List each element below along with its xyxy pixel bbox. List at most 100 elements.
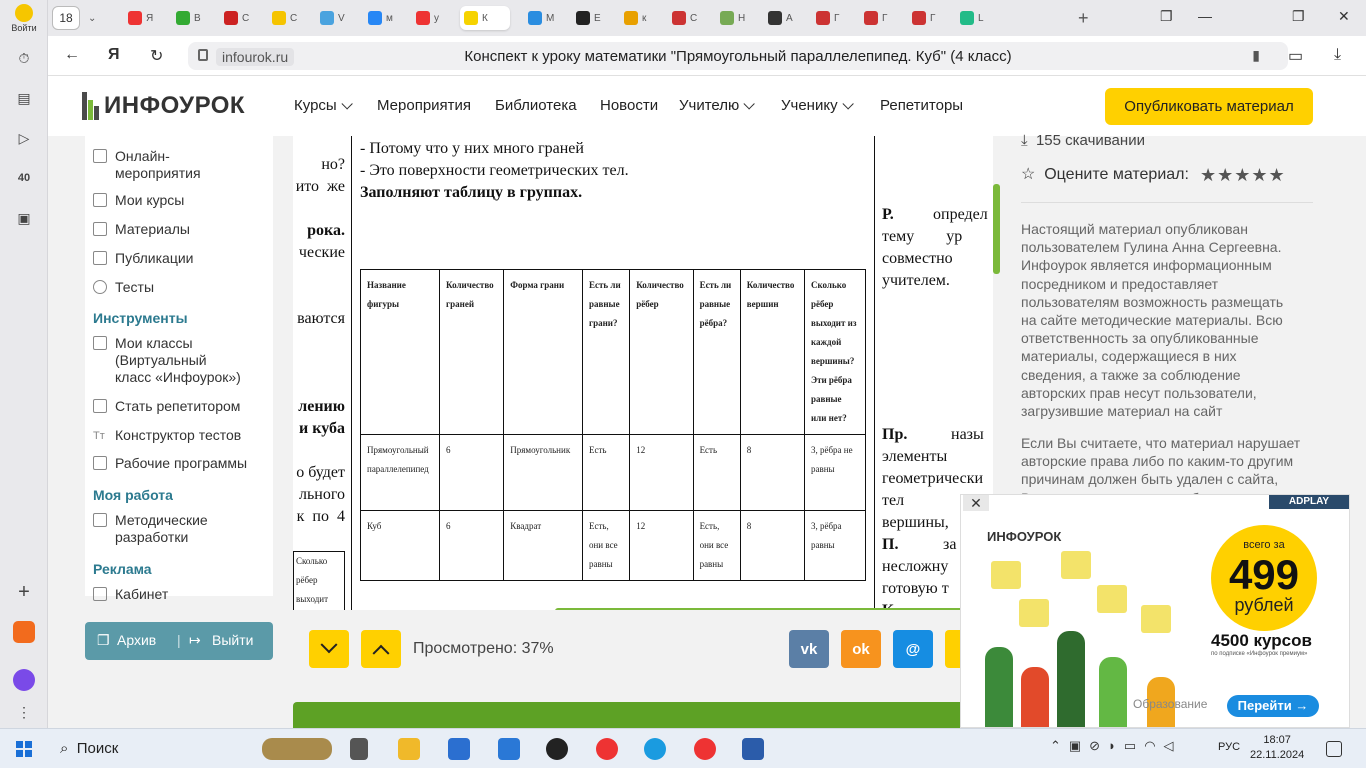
site-logo[interactable]: ИНФОУРОК (82, 92, 245, 120)
mail-app-icon[interactable] (12, 620, 36, 644)
clock[interactable]: 18:07 22.11.2024 (1250, 733, 1304, 763)
document-viewer[interactable]: но? ито же рока. ческие ваются лению и куба о б… (293, 136, 993, 610)
tab[interactable]: Н (716, 6, 752, 30)
advertisement[interactable]: ✕ ADPLAY ИНФОУРОК всего за 499 рублей 45… (960, 494, 1350, 728)
logout-button[interactable]: Выйти (212, 632, 253, 648)
close-window-icon[interactable]: ✕ (1338, 8, 1350, 25)
nav-item[interactable]: Ученику (781, 97, 854, 114)
sidebar-item-cabinet[interactable]: Кабинет (93, 586, 168, 603)
tab[interactable]: С (268, 6, 304, 30)
history-icon[interactable]: ⏱ (12, 46, 36, 70)
rating-stars[interactable]: ★★★★★ (1200, 165, 1286, 186)
yandex-icon[interactable]: Я (108, 46, 120, 64)
url-field[interactable]: infourok.ru Конспект к уроку математики … (188, 42, 1288, 70)
word-icon[interactable] (742, 738, 764, 760)
video-icon[interactable]: ▷ (12, 126, 36, 150)
nav-item[interactable]: Библиотека (495, 97, 577, 114)
tab-label: Г (834, 12, 840, 24)
store-icon[interactable] (448, 738, 470, 760)
new-tab-button[interactable]: + (1074, 6, 1110, 30)
tab[interactable]: В (172, 6, 208, 30)
task-view-icon[interactable] (350, 738, 368, 760)
restore-icon[interactable]: ❐ (1292, 8, 1305, 25)
obs-icon[interactable] (546, 738, 568, 760)
alice-icon[interactable] (12, 668, 36, 692)
scroll-up-button[interactable] (361, 630, 401, 668)
collections-icon[interactable]: ▤ (12, 86, 36, 110)
back-icon[interactable]: ← (64, 46, 80, 64)
yandex-icon[interactable] (694, 738, 716, 760)
tab-label: Я (146, 12, 154, 24)
download-icon[interactable]: ⤓ (1334, 46, 1341, 64)
scroll-down-button[interactable] (309, 630, 349, 668)
sidebar-item-my-classes[interactable]: Мои классы (Виртуальный класс «Инфоурок»… (93, 335, 241, 386)
forty-icon[interactable]: 40 (12, 166, 36, 190)
tab[interactable]: Г (860, 6, 896, 30)
nav-item[interactable]: Учителю (679, 97, 756, 114)
tab[interactable]: Г (812, 6, 848, 30)
explorer-icon[interactable] (398, 738, 420, 760)
tab[interactable]: м (364, 6, 400, 30)
bookmark-icon[interactable]: ▮ (1252, 47, 1260, 64)
ad-go-button[interactable]: Перейти → (1227, 695, 1319, 717)
table-border-line (351, 136, 352, 610)
notifications-icon[interactable] (1326, 741, 1342, 757)
sidebar-item-methodical[interactable]: Методические разработки (93, 512, 208, 546)
doc-right-text: вершины, (882, 514, 949, 531)
tab[interactable]: Е (572, 6, 608, 30)
share-button[interactable]: ok (841, 630, 881, 668)
add-icon[interactable]: + (12, 580, 36, 604)
sidebar-item-online-events[interactable]: Онлайн- мероприятия (93, 148, 201, 182)
reader-icon[interactable]: ▭ (1288, 46, 1303, 66)
nav-item[interactable]: Мероприятия (377, 97, 471, 114)
tab[interactable]: М (524, 6, 560, 30)
tab[interactable]: А (764, 6, 800, 30)
sidebar-item-my-courses[interactable]: Мои курсы (93, 192, 184, 209)
nav-item[interactable]: Новости (600, 97, 658, 114)
sidebar-item-test-builder[interactable]: Tт Конструктор тестов (93, 427, 241, 444)
reload-icon[interactable]: ↻ (150, 46, 163, 66)
download-banner[interactable] (293, 702, 993, 728)
info-text-line: пользователем Гулина Анна Сергеевна. (1021, 239, 1282, 256)
mail-icon[interactable] (498, 738, 520, 760)
taskbar-search[interactable]: ⌕ Поиск (60, 740, 118, 757)
horizontal-scrollbar[interactable] (555, 608, 993, 610)
nav-item-label: Мероприятия (377, 97, 472, 114)
tab[interactable]: Г (908, 6, 944, 30)
tab[interactable]: С (668, 6, 704, 30)
tray-icons[interactable]: ⌃▣⊘◗▭◠◁ (1050, 738, 1210, 758)
sidebar-item-become-tutor[interactable]: Стать репетитором (93, 398, 240, 415)
tab[interactable]: Я (124, 6, 160, 30)
tab-groups-icon[interactable]: ❐ (1160, 8, 1173, 25)
edge-icon[interactable] (644, 738, 666, 760)
archive-button[interactable]: Архив (117, 632, 156, 648)
yandex-browser-icon[interactable] (596, 738, 618, 760)
sidebar-item-publications[interactable]: Публикации (93, 250, 193, 267)
menu-icon[interactable]: ⋮ (12, 700, 36, 724)
sidebar-item-tests[interactable]: Тесты (93, 279, 154, 296)
tab[interactable]: С (220, 6, 256, 30)
tab-count-button[interactable]: 18 (52, 6, 80, 30)
screenshot-icon[interactable]: ▣ (12, 206, 36, 230)
sidebar-item-work-programs[interactable]: Рабочие программы (93, 455, 247, 472)
nav-item[interactable]: Репетиторы (880, 97, 963, 114)
sidebar-item-materials[interactable]: Материалы (93, 221, 190, 238)
widget-icon[interactable] (262, 738, 332, 760)
doc-right-text: несложну (882, 558, 949, 575)
share-button[interactable]: @ (893, 630, 933, 668)
minimize-icon[interactable]: — (1198, 8, 1212, 24)
start-icon[interactable] (16, 741, 32, 757)
share-button[interactable]: vk (789, 630, 829, 668)
tab[interactable]: V (316, 6, 352, 30)
nav-item[interactable]: Курсы (294, 97, 353, 114)
login-button[interactable]: Войти (4, 4, 44, 34)
tab[interactable]: у (412, 6, 448, 30)
publish-material-button[interactable]: Опубликовать материал (1105, 88, 1313, 125)
tabs-dropdown-icon[interactable]: ⌄ (84, 6, 110, 30)
tab[interactable]: К (460, 6, 510, 30)
vertical-scrollbar[interactable] (993, 184, 1000, 274)
ad-close-button[interactable]: ✕ (963, 495, 989, 511)
tab[interactable]: L (956, 6, 992, 30)
tab[interactable]: к (620, 6, 656, 30)
language-indicator[interactable]: РУС (1218, 741, 1240, 753)
